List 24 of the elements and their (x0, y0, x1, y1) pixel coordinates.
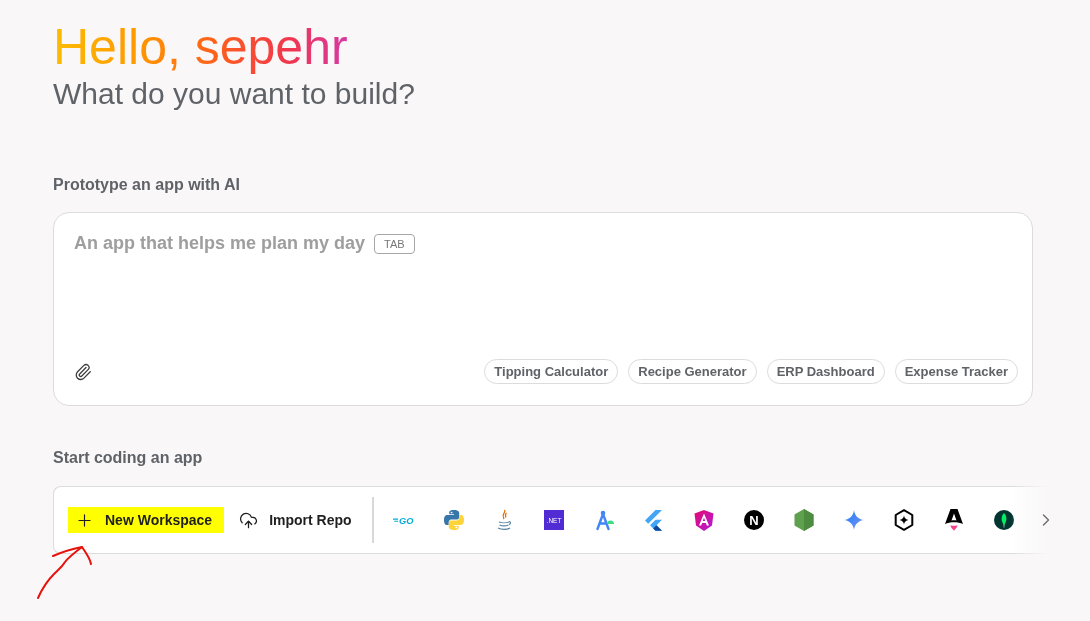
android-studio-logo-icon[interactable] (593, 509, 614, 531)
hexagon-sparkle-icon[interactable] (893, 509, 914, 531)
import-repo-button[interactable]: Import Repo (232, 507, 364, 533)
angular-logo-icon[interactable] (693, 509, 714, 531)
greeting-subtitle: What do you want to build? (53, 76, 415, 112)
shortcut-key-hint: TAB (374, 233, 415, 254)
sparkle-logo-icon[interactable] (843, 510, 864, 530)
java-logo-icon[interactable] (495, 509, 512, 531)
paperclip-icon[interactable] (74, 362, 92, 381)
astro-logo-icon[interactable] (944, 509, 963, 531)
section-heading: Start coding an app (53, 448, 203, 468)
suggestion-chip[interactable]: ERP Dashboard (766, 359, 885, 384)
nodejs-logo-icon[interactable] (793, 509, 814, 531)
nextjs-logo-icon[interactable]: N (743, 510, 764, 530)
prompt-input-field[interactable]: An app that helps me plan my day (74, 233, 366, 254)
python-logo-icon[interactable] (443, 510, 464, 530)
cloud-upload-icon (239, 510, 259, 530)
new-workspace-button[interactable]: New Workspace (68, 507, 225, 533)
suggestion-chip[interactable]: Recipe Generator (628, 359, 757, 384)
section-heading: Prototype an app with AI (53, 175, 240, 195)
flutter-logo-icon[interactable] (645, 509, 663, 531)
mongodb-logo-icon[interactable] (993, 510, 1014, 530)
suggestion-chip[interactable]: Tipping Calculator (484, 359, 619, 384)
suggestion-chip[interactable]: Expense Tracker (894, 359, 1018, 384)
